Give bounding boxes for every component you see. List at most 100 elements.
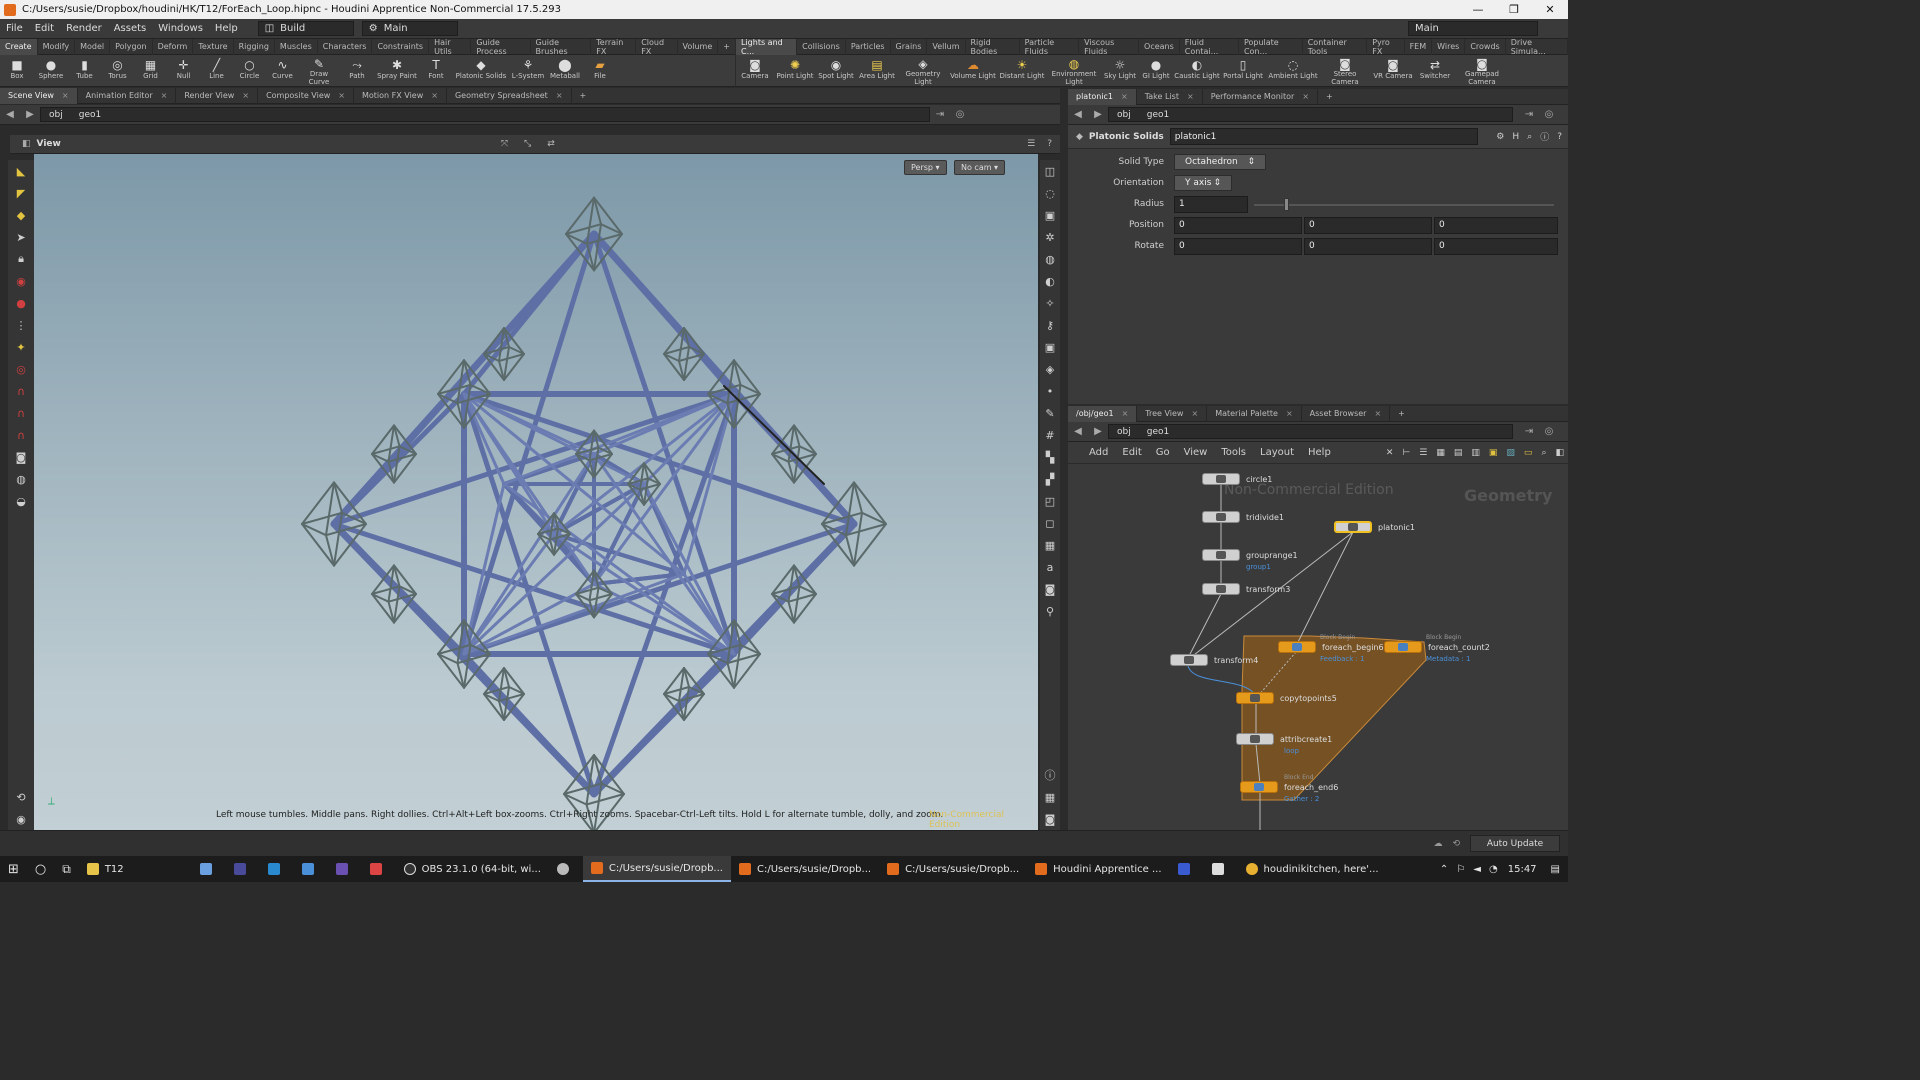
shelf-tab[interactable]: Rigging <box>234 38 275 55</box>
taskbar-item-houdini-1[interactable]: C:/Users/susie/Dropb... <box>582 856 731 882</box>
shelf-tab[interactable]: Particles <box>846 38 891 55</box>
search-icon[interactable]: ⌕ <box>1541 448 1546 458</box>
tab-performance-monitor[interactable]: Performance Monitor × <box>1203 88 1319 105</box>
shelf-tab[interactable]: Guide Brushes <box>531 38 592 56</box>
path-segment-obj[interactable]: obj <box>1109 427 1139 437</box>
tab-geometry-spreadsheet[interactable]: Geometry Spreadsheet × <box>447 87 572 104</box>
tool-sphere[interactable]: ● Sphere <box>34 55 68 86</box>
tool-path[interactable]: ⤳ Path <box>339 55 375 86</box>
tool-camera[interactable]: ◙ Camera <box>736 55 774 86</box>
pivot-tool-icon[interactable]: ✦ <box>13 338 29 356</box>
shelf-tab[interactable]: Deform <box>153 38 194 55</box>
bulb-icon[interactable]: ✧ <box>1042 294 1058 312</box>
select-mode-icon[interactable]: ⤧ <box>501 139 508 149</box>
network-menu-tools[interactable]: Tools <box>1214 447 1253 458</box>
network-menu-layout[interactable]: Layout <box>1253 447 1301 458</box>
taskbar-app-icon[interactable] <box>328 856 362 882</box>
tool-torus[interactable]: ◎ Torus <box>101 55 134 86</box>
tool-spot-light[interactable]: ◉ Spot Light <box>816 55 856 86</box>
back-arrow-icon[interactable]: ◀ <box>1068 109 1088 120</box>
camera-view-icon[interactable]: ◙ <box>13 448 29 466</box>
taskbar-app-icon[interactable] <box>362 856 396 882</box>
node-foreach-end6[interactable]: foreach_end6 <box>1240 781 1338 793</box>
node-transform4[interactable]: transform4 <box>1170 654 1258 666</box>
shelf-tab[interactable]: Populate Con... <box>1239 38 1303 56</box>
tool-environment-light[interactable]: ◍ Environment Light <box>1046 55 1102 87</box>
shelf-tab[interactable]: Oceans <box>1139 38 1180 55</box>
camera-icon[interactable]: ◙ <box>1042 810 1058 828</box>
forward-arrow-icon[interactable]: ▶ <box>20 109 40 120</box>
shelf-tab[interactable]: Rigid Bodies <box>966 38 1020 56</box>
tool-area-light[interactable]: ▤ Area Light <box>856 55 898 86</box>
add-tab-icon[interactable]: + <box>572 88 595 104</box>
tab-animation-editor[interactable]: Animation Editor × <box>78 87 177 104</box>
task-view-icon[interactable]: ⧉ <box>54 856 79 882</box>
magnet-tool-icon[interactable]: ∩ <box>13 382 29 400</box>
maximize-button[interactable]: ❐ <box>1496 3 1532 16</box>
taskbar-app-icon[interactable] <box>226 856 260 882</box>
tray-chevron-icon[interactable]: ⌃ <box>1436 856 1452 882</box>
display-options-icon[interactable]: ☰ <box>1027 139 1035 149</box>
node-box[interactable] <box>1202 549 1240 561</box>
shelf-tab[interactable]: Constraints <box>372 38 430 55</box>
desktop-combo[interactable]: ◫ Build <box>257 21 354 36</box>
taskbar-app-icon[interactable] <box>260 856 294 882</box>
network-menu-edit[interactable]: Edit <box>1115 447 1148 458</box>
info-icon[interactable]: ⓘ <box>1042 766 1058 784</box>
tab-composite-view[interactable]: Composite View × <box>258 87 354 104</box>
shading-icon[interactable]: ◒ <box>13 492 29 510</box>
transform-icon[interactable]: ⇄ <box>547 139 555 149</box>
tray-network-icon[interactable]: ⚐ <box>1452 856 1469 882</box>
solid-type-menu[interactable]: Octahedron ⇕ <box>1174 154 1266 170</box>
tab-platonic1[interactable]: platonic1 × <box>1068 88 1137 105</box>
pose-tool-icon[interactable]: ◆ <box>13 206 29 224</box>
ghost-icon[interactable]: ◌ <box>1042 184 1058 202</box>
context-combo[interactable]: ⚙ Main <box>361 21 458 36</box>
taskbar-app-icon[interactable] <box>549 856 583 882</box>
magnet2-tool-icon[interactable]: ∩ <box>13 404 29 422</box>
tool-point-light[interactable]: ✺ Point Light <box>774 55 816 86</box>
bbox-icon[interactable]: ◰ <box>1042 492 1058 510</box>
tool-portal-light[interactable]: ▯ Portal Light <box>1220 55 1266 86</box>
radius-slider[interactable] <box>1254 196 1554 213</box>
tool-stereo-camera[interactable]: ◙ Stereo Camera <box>1320 55 1370 87</box>
scene-viewport[interactable]: Persp ▾ No cam ▾ ⟂ Left mouse tumbles. M… <box>34 154 1038 830</box>
taskbar-item-t12[interactable]: T12 <box>79 856 132 882</box>
tool-gi-light[interactable]: ● GI Light <box>1138 55 1174 86</box>
menu-file[interactable]: File <box>0 23 29 34</box>
shelf-tab[interactable]: Guide Process <box>471 38 531 56</box>
tool-ambient-light[interactable]: ◌ Ambient Light <box>1266 55 1320 86</box>
tool-sky-light[interactable]: ☼ Sky Light <box>1102 55 1138 86</box>
close-tab-icon[interactable]: × <box>1302 92 1309 101</box>
node-box[interactable] <box>1202 511 1240 523</box>
node-circle1[interactable]: circle1 <box>1202 473 1272 485</box>
network-menu-add[interactable]: Add <box>1082 447 1115 458</box>
shelf-tab[interactable]: Wires <box>1432 38 1466 55</box>
shelf-tab[interactable]: Crowds <box>1465 38 1506 55</box>
node-box-selected[interactable] <box>1334 521 1372 533</box>
shelf-tab[interactable]: Viscous Fluids <box>1079 38 1140 56</box>
node-box[interactable] <box>1384 641 1422 653</box>
node-attribcreate1[interactable]: attribcreate1 <box>1236 733 1332 745</box>
flip-icon[interactable]: ⟲ <box>13 788 29 806</box>
tool-platonic-solids[interactable]: ◆ Platonic Solids <box>453 55 509 86</box>
param-path-field[interactable]: obj geo1 <box>1108 107 1513 122</box>
position-x-field[interactable]: 0 <box>1174 216 1302 234</box>
taskbar-app-icon[interactable] <box>192 856 226 882</box>
lights-icon[interactable]: ◉ <box>13 810 29 828</box>
tab-tree-view[interactable]: Tree View × <box>1137 405 1208 422</box>
menu-assets[interactable]: Assets <box>108 23 153 34</box>
close-tab-icon[interactable]: × <box>242 91 249 100</box>
layout-icon[interactable]: ▦ <box>1042 788 1058 806</box>
brush-tool-icon[interactable]: ◎ <box>13 360 29 378</box>
tool-switcher[interactable]: ⇄ Switcher <box>1416 55 1454 86</box>
node-box[interactable] <box>1202 583 1240 595</box>
node-box[interactable] <box>1170 654 1208 666</box>
close-tab-icon[interactable]: × <box>62 91 69 100</box>
pin-view-icon[interactable]: ⚲ <box>1042 602 1058 620</box>
tab-obj-geo1[interactable]: /obj/geo1 × <box>1068 405 1138 422</box>
menu-render[interactable]: Render <box>60 23 108 34</box>
shelf-tab[interactable]: Pyro FX <box>1367 38 1405 56</box>
tab-take-list[interactable]: Take List × <box>1137 88 1203 105</box>
path-segment-geo1[interactable]: geo1 <box>1139 427 1177 437</box>
